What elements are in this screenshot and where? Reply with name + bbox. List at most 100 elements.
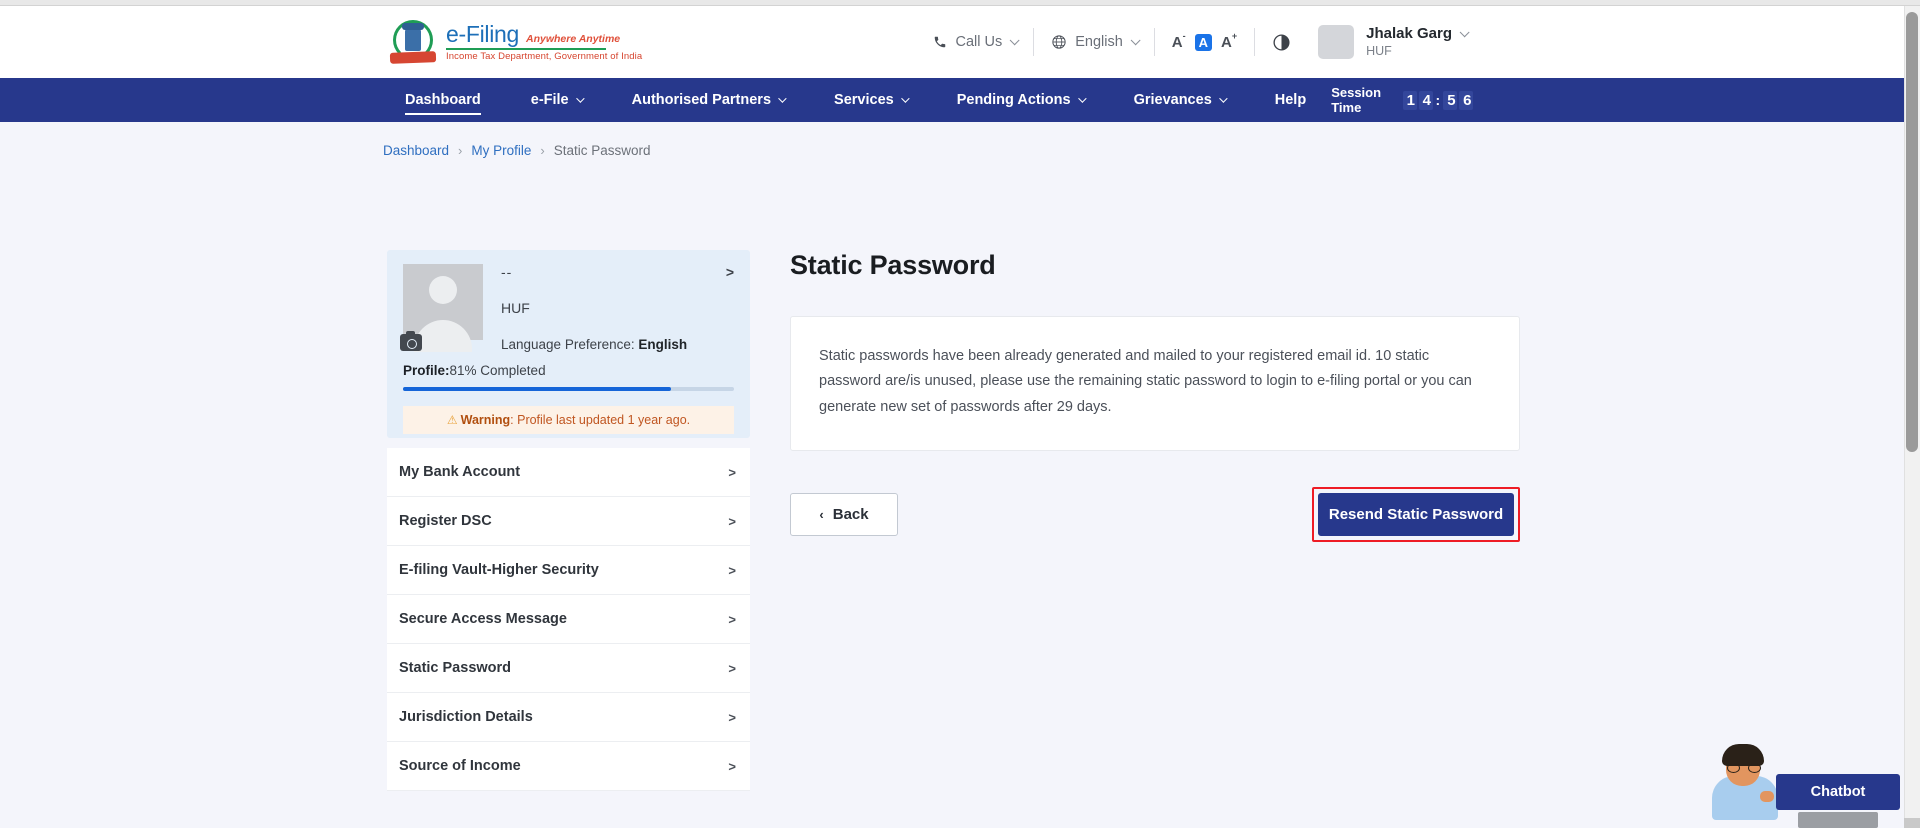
profile-avatar [403, 264, 483, 340]
chevron-right-icon: > [728, 710, 736, 725]
phone-icon [933, 35, 947, 49]
menu-item-label: Secure Access Message [393, 611, 728, 627]
chevron-down-icon [1219, 94, 1227, 102]
nav-item-grievances[interactable]: Grievances [1109, 78, 1250, 122]
nav-item-pending-actions[interactable]: Pending Actions [932, 78, 1109, 122]
call-us-label: Call Us [955, 34, 1002, 50]
back-button[interactable]: ‹ Back [790, 493, 898, 536]
chevron-down-icon [901, 94, 909, 102]
chevron-down-icon [778, 94, 786, 102]
brand-department: Income Tax Department, Government of Ind… [446, 52, 642, 62]
language-label: English [1075, 34, 1123, 50]
menu-item-register-dsc[interactable]: Register DSC > [387, 497, 750, 546]
session-digit-3: 5 [1443, 91, 1457, 110]
profile-card-arrow-icon[interactable]: > [726, 264, 734, 280]
breadcrumb-separator: › [458, 143, 462, 158]
nav-item-authorised-partners[interactable]: Authorised Partners [607, 78, 809, 122]
page-scrollbar-thumb[interactable] [1906, 12, 1918, 452]
menu-item-label: My Bank Account [393, 464, 728, 480]
chevron-down-icon [1078, 94, 1086, 102]
chatbot-base [1798, 812, 1878, 828]
page-scrollbar-track[interactable] [1904, 6, 1920, 828]
back-button-label: Back [833, 506, 869, 523]
avatar [1318, 25, 1354, 59]
chevron-right-icon: > [728, 465, 736, 480]
session-digit-1: 1 [1403, 91, 1417, 110]
page-scrollbar-bottom [1904, 818, 1920, 828]
profile-progress-bar [403, 387, 734, 391]
breadcrumb-item-my-profile[interactable]: My Profile [471, 143, 531, 158]
font-normal-button[interactable]: A [1195, 34, 1212, 51]
chevron-down-icon [1010, 35, 1020, 45]
profile-entity-type: HUF [501, 300, 734, 316]
menu-item-secure-access-message[interactable]: Secure Access Message > [387, 595, 750, 644]
chevron-right-icon: > [728, 563, 736, 578]
menu-item-source-of-income[interactable]: Source of Income > [387, 742, 750, 791]
india-emblem-icon [390, 19, 436, 65]
chevron-right-icon: > [728, 661, 736, 676]
font-increase-button[interactable]: A+ [1221, 34, 1237, 50]
menu-item-label: E-filing Vault-Higher Security [393, 562, 728, 578]
session-digit-2: 4 [1419, 91, 1433, 110]
profile-language-preference: Language Preference: English [501, 337, 734, 352]
menu-item-label: Source of Income [393, 758, 728, 774]
camera-icon[interactable] [400, 334, 422, 351]
user-menu[interactable]: Jhalak Garg HUF [1308, 25, 1466, 59]
brand-divider [446, 48, 606, 50]
user-name: Jhalak Garg [1366, 25, 1466, 44]
language-menu[interactable]: English [1034, 34, 1154, 50]
nav-item-services[interactable]: Services [809, 78, 932, 122]
session-colon: : [1436, 92, 1441, 108]
profile-warning-banner: ⚠Warning: Profile last updated 1 year ag… [403, 406, 734, 434]
menu-item-jurisdiction-details[interactable]: Jurisdiction Details > [387, 693, 750, 742]
profile-completion-label: Profile:81% Completed [403, 363, 734, 378]
session-digit-4: 6 [1459, 91, 1473, 110]
session-timer-label: Session Time [1331, 85, 1390, 115]
chevron-left-icon: ‹ [819, 507, 823, 522]
site-logo[interactable]: e-Filing Anywhere Anytime Income Tax Dep… [390, 19, 642, 65]
info-message: Static passwords have been already gener… [819, 344, 1489, 420]
brand-tagline: Anywhere Anytime [526, 34, 620, 45]
breadcrumb-item-dashboard[interactable]: Dashboard [383, 143, 449, 158]
resend-static-password-button[interactable]: Resend Static Password [1318, 493, 1514, 536]
info-panel: Static passwords have been already gener… [790, 316, 1520, 451]
chevron-right-icon: > [728, 612, 736, 627]
breadcrumb-separator: › [540, 143, 544, 158]
profile-summary-card: > -- HUF Language Preference: English [387, 250, 750, 438]
profile-avatar-wrapper [403, 264, 485, 352]
chatbot-button[interactable]: Chatbot [1776, 774, 1900, 810]
contrast-toggle-button[interactable] [1255, 33, 1308, 52]
action-buttons-row: ‹ Back Resend Static Password [790, 487, 1520, 542]
profile-menu-list: My Bank Account > Register DSC > E-filin… [387, 448, 750, 791]
menu-item-label: Jurisdiction Details [393, 709, 728, 725]
chatbot-widget[interactable]: Chatbot [1710, 736, 1900, 828]
menu-item-static-password[interactable]: Static Password > [387, 644, 750, 693]
profile-progress-fill [403, 387, 671, 391]
session-timer: Session Time 1 4 : 5 6 [1331, 85, 1474, 115]
chevron-down-icon [576, 94, 584, 102]
menu-item-label: Static Password [393, 660, 728, 676]
nav-item-help[interactable]: Help [1250, 78, 1331, 122]
page-viewport: e-Filing Anywhere Anytime Income Tax Dep… [0, 0, 1920, 828]
main-navigation: Dashboard e-File Authorised Partners Ser… [0, 78, 1904, 122]
breadcrumb: Dashboard › My Profile › Static Password [383, 143, 651, 158]
font-size-controls: A- A A+ [1155, 34, 1254, 51]
nav-items: Dashboard e-File Authorised Partners Ser… [380, 78, 1331, 122]
contrast-icon [1272, 33, 1291, 52]
chevron-down-icon [1130, 35, 1140, 45]
menu-item-efiling-vault-higher-security[interactable]: E-filing Vault-Higher Security > [387, 546, 750, 595]
profile-name: -- [501, 264, 734, 280]
chatbot-avatar-icon [1710, 736, 1782, 820]
call-us-menu[interactable]: Call Us [916, 34, 1033, 50]
warning-triangle-icon: ⚠ [447, 413, 458, 427]
menu-item-my-bank-account[interactable]: My Bank Account > [387, 448, 750, 497]
font-decrease-button[interactable]: A- [1172, 34, 1186, 50]
brand-title: e-Filing [446, 22, 519, 46]
nav-item-dashboard[interactable]: Dashboard [380, 78, 506, 122]
nav-item-efile[interactable]: e-File [506, 78, 607, 122]
chevron-down-icon [1460, 27, 1470, 37]
profile-sidebar: > -- HUF Language Preference: English [387, 250, 750, 791]
brand-text: e-Filing Anywhere Anytime Income Tax Dep… [446, 22, 642, 62]
page-title: Static Password [790, 250, 1520, 281]
user-type: HUF [1366, 44, 1466, 60]
